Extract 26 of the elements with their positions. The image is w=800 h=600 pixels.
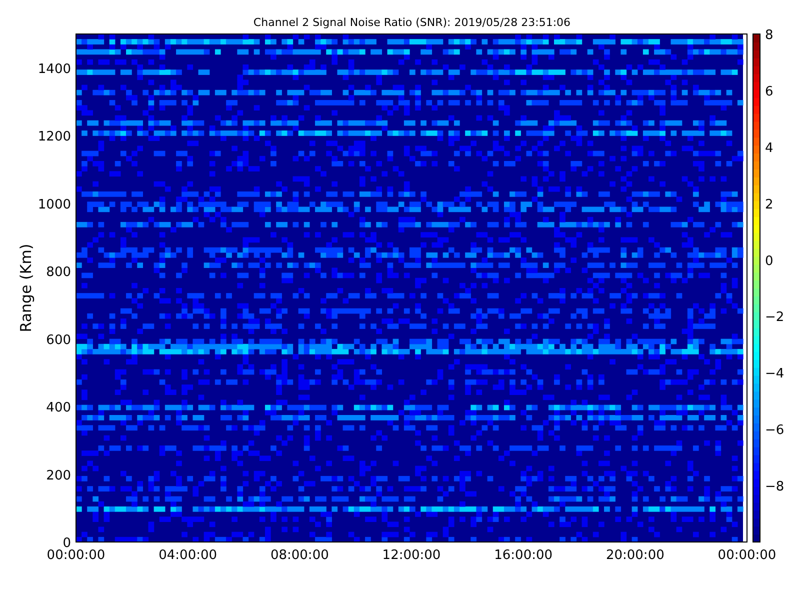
y-axis-label: Range (Km) [17,244,35,332]
colorbar-tick-label: −2 [765,310,784,326]
y-tick-label: 800 [46,265,71,280]
y-tick-label: 600 [46,332,71,348]
y-tick-label: 200 [46,468,71,484]
y-tick-label: 0 [62,536,71,551]
colorbar-tick-label: −6 [765,423,784,438]
colorbar-tick-label: 0 [765,254,774,269]
x-tick-label: 04:00:00 [158,548,218,563]
colorbar-tick-label: −4 [765,366,784,382]
y-tick-label: 1000 [38,197,71,212]
y-tick-label: 1400 [38,62,71,77]
x-tick-label: 08:00:00 [270,548,329,563]
chart-title: Channel 2 Signal Noise Ratio (SNR): 2019/05/28 23:51:06 [253,16,571,29]
x-tick-label: 16:00:00 [494,548,553,563]
x-tick-label: 12:00:00 [382,548,441,563]
colorbar-tick-label: −8 [765,480,784,495]
x-tick-label: 20:00:00 [606,548,664,563]
x-tick-label: 00:00:00 [46,548,106,563]
colorbar-tick-label: 2 [765,197,774,212]
colorbar-tick-label: 6 [765,84,774,100]
y-tick-label: 1200 [38,130,71,145]
colorbar-tick-label: 4 [765,140,774,156]
x-tick-label: 00:00:00 [718,548,776,563]
y-tick-label: 400 [46,400,71,416]
colorbar-tick-label: 8 [765,28,774,43]
